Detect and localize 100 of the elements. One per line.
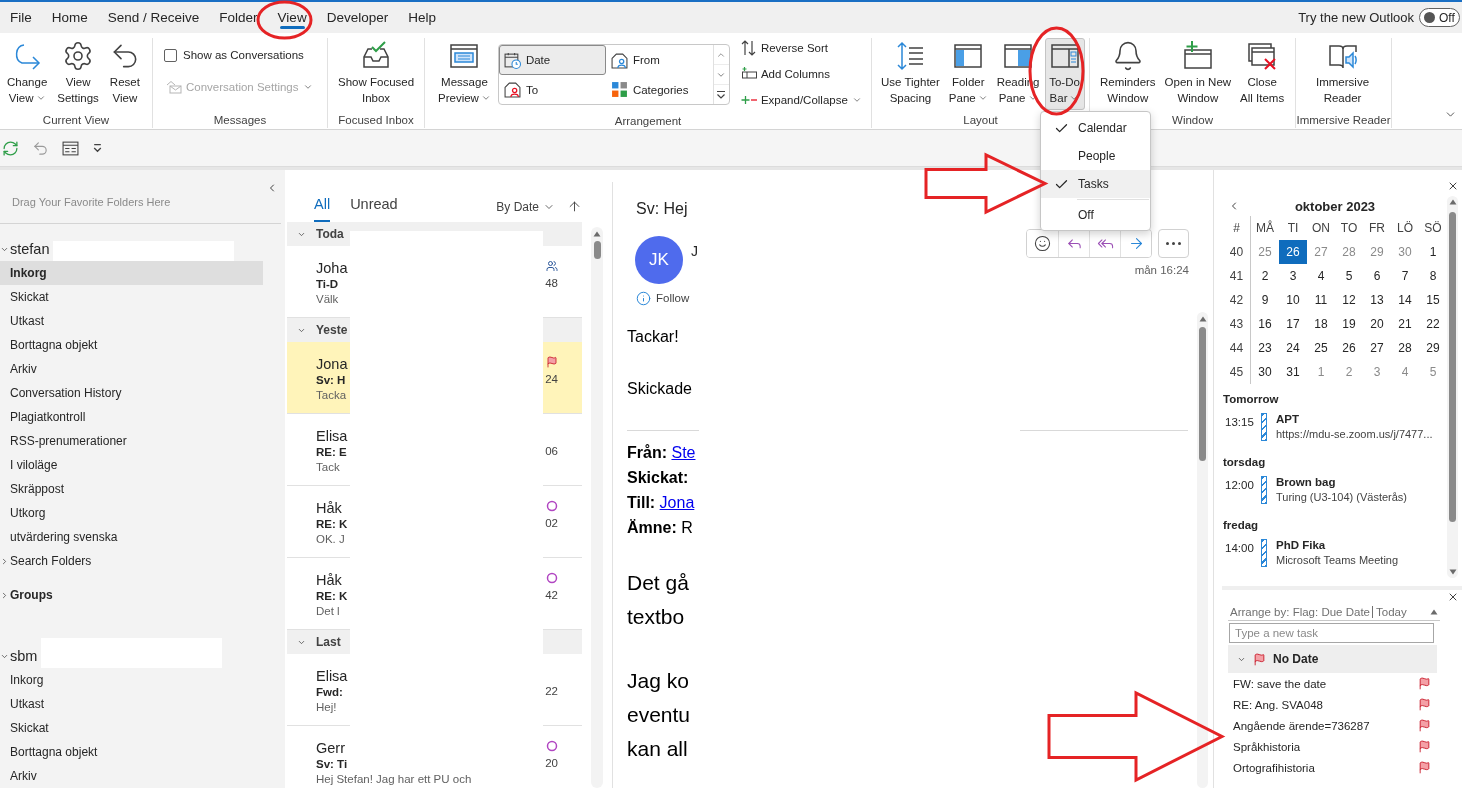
- gallery-option[interactable]: Date: [498, 45, 606, 75]
- calendar-day[interactable]: 1: [1307, 360, 1335, 384]
- section-header[interactable]: Groups: [0, 583, 55, 607]
- folder-item[interactable]: Search Folders: [0, 549, 263, 573]
- calendar-day[interactable]: 11: [1307, 288, 1335, 312]
- menu-tab[interactable]: Folder: [209, 2, 268, 33]
- calendar-day[interactable]: 26: [1335, 336, 1363, 360]
- ribbon-button[interactable]: Show Focused Inbox: [334, 38, 419, 110]
- folder-item[interactable]: Utkorg: [0, 501, 263, 525]
- message-item[interactable]: Jona Sv: H Tacka 24: [287, 342, 582, 414]
- undo-icon[interactable]: [32, 139, 49, 157]
- calendar-day[interactable]: 3: [1279, 264, 1307, 288]
- task-item[interactable]: RE: Ang. SVA048: [1228, 694, 1437, 715]
- folder-item[interactable]: Utkast: [0, 309, 263, 333]
- calendar-day[interactable]: 30: [1391, 240, 1419, 264]
- checkbox-option[interactable]: Show as Conversations: [163, 42, 305, 68]
- gallery-option[interactable]: Categories: [605, 75, 713, 104]
- calendar-day[interactable]: 12: [1335, 288, 1363, 312]
- calendar-day[interactable]: 29: [1419, 336, 1447, 360]
- calendar-day[interactable]: 9: [1251, 288, 1279, 312]
- ribbon-button[interactable]: Change View: [3, 38, 52, 110]
- task-item[interactable]: Språkhistoria: [1228, 736, 1437, 757]
- menu-tab[interactable]: Home: [41, 2, 98, 33]
- calendar-day[interactable]: 29: [1363, 240, 1391, 264]
- menu-item[interactable]: People: [1041, 142, 1150, 170]
- close-icon[interactable]: [1447, 591, 1459, 603]
- calendar-day[interactable]: 22: [1419, 312, 1447, 336]
- calendar-day[interactable]: 15: [1419, 288, 1447, 312]
- new-task-field[interactable]: Type a new task: [1229, 623, 1434, 643]
- calendar-day[interactable]: 26: [1279, 240, 1307, 264]
- calendar-day[interactable]: 27: [1363, 336, 1391, 360]
- calendar-day[interactable]: 6: [1363, 264, 1391, 288]
- folder-item[interactable]: utvärdering svenska: [0, 525, 263, 549]
- ribbon-button[interactable]: Open in New Window: [1160, 38, 1236, 110]
- email-link[interactable]: Jona: [659, 494, 695, 511]
- calendar-day[interactable]: 5: [1335, 264, 1363, 288]
- form-icon[interactable]: [62, 139, 79, 157]
- calendar-day[interactable]: 30: [1251, 360, 1279, 384]
- email-link[interactable]: Ste: [671, 444, 696, 461]
- close-icon[interactable]: [1447, 180, 1459, 192]
- folder-item[interactable]: Skräppost: [0, 477, 263, 501]
- ribbon-button[interactable]: Message Preview: [434, 38, 495, 110]
- folder-item[interactable]: Utkast: [0, 692, 263, 716]
- task-group-header[interactable]: No Date: [1228, 645, 1437, 673]
- calendar-day[interactable]: 13: [1363, 288, 1391, 312]
- calendar-day[interactable]: 19: [1335, 312, 1363, 336]
- calendar-day[interactable]: 8: [1419, 264, 1447, 288]
- filter-tab[interactable]: Unread: [350, 188, 398, 222]
- refresh-icon[interactable]: [2, 139, 19, 157]
- menu-item[interactable]: Calendar: [1041, 114, 1150, 142]
- calendar-day[interactable]: 25: [1307, 336, 1335, 360]
- folder-item[interactable]: RSS-prenumerationer: [0, 429, 263, 453]
- ribbon-button[interactable]: Reverse Sort: [737, 35, 865, 61]
- ribbon-button[interactable]: Folder Pane: [944, 38, 992, 110]
- menu-tab[interactable]: File: [0, 2, 42, 33]
- calendar-day[interactable]: 10: [1279, 288, 1307, 312]
- menu-item[interactable]: Off: [1041, 201, 1150, 229]
- ribbon-button[interactable]: Reset View: [104, 38, 145, 110]
- calendar-day[interactable]: 20: [1363, 312, 1391, 336]
- calendar-day[interactable]: 17: [1279, 312, 1307, 336]
- account-header[interactable]: sbm: [0, 644, 40, 668]
- gallery-option[interactable]: To: [498, 75, 606, 104]
- more-button[interactable]: [1158, 229, 1189, 258]
- ribbon-button[interactable]: Expand/Collapse: [737, 87, 865, 113]
- calendar-day[interactable]: 31: [1279, 360, 1307, 384]
- folder-item[interactable]: Skickat: [0, 716, 263, 740]
- calendar-day[interactable]: 4: [1391, 360, 1419, 384]
- menu-item[interactable]: Tasks: [1041, 170, 1150, 198]
- forward-button[interactable]: [1120, 230, 1151, 257]
- calendar-day[interactable]: 1: [1419, 240, 1447, 264]
- ribbon-button[interactable]: Close All Items: [1236, 38, 1289, 110]
- menu-tab[interactable]: Send / Receive: [97, 2, 210, 33]
- calendar-day[interactable]: 16: [1251, 312, 1279, 336]
- task-item[interactable]: Angående ärende=736287: [1228, 715, 1437, 736]
- ribbon-button[interactable]: View Settings: [53, 38, 103, 110]
- ribbon-button[interactable]: Immersive Reader: [1312, 38, 1374, 110]
- menu-tab[interactable]: View: [267, 2, 317, 33]
- calendar-day[interactable]: 24: [1279, 336, 1307, 360]
- folder-item[interactable]: Borttagna objekt: [0, 333, 263, 357]
- calendar-day[interactable]: 14: [1391, 288, 1419, 312]
- folder-item[interactable]: Borttagna objekt: [0, 740, 263, 764]
- calendar-day[interactable]: 23: [1251, 336, 1279, 360]
- date-group-header[interactable]: Last: [287, 630, 582, 654]
- ribbon-button[interactable]: Reminders Window: [1096, 38, 1160, 110]
- task-item[interactable]: Ortografihistoria: [1228, 757, 1437, 778]
- ribbon-button[interactable]: Use Tighter Spacing: [877, 38, 944, 110]
- folder-item[interactable]: Arkiv: [0, 764, 263, 788]
- folder-item[interactable]: Conversation History: [0, 381, 263, 405]
- calendar-day[interactable]: 4: [1307, 264, 1335, 288]
- dropdown-caret-icon[interactable]: [92, 142, 103, 154]
- folder-item[interactable]: Skickat: [0, 285, 263, 309]
- folder-item[interactable]: Inkorg: [0, 668, 263, 692]
- folder-item[interactable]: Inkorg: [0, 261, 263, 285]
- calendar-day[interactable]: 28: [1391, 336, 1419, 360]
- date-group-header[interactable]: Toda: [287, 222, 582, 246]
- calendar-day[interactable]: 25: [1251, 240, 1279, 264]
- date-group-header[interactable]: Yeste: [287, 318, 582, 342]
- calendar-day[interactable]: 21: [1391, 312, 1419, 336]
- folder-item[interactable]: Arkiv: [0, 357, 263, 381]
- gallery-option[interactable]: From: [605, 45, 713, 75]
